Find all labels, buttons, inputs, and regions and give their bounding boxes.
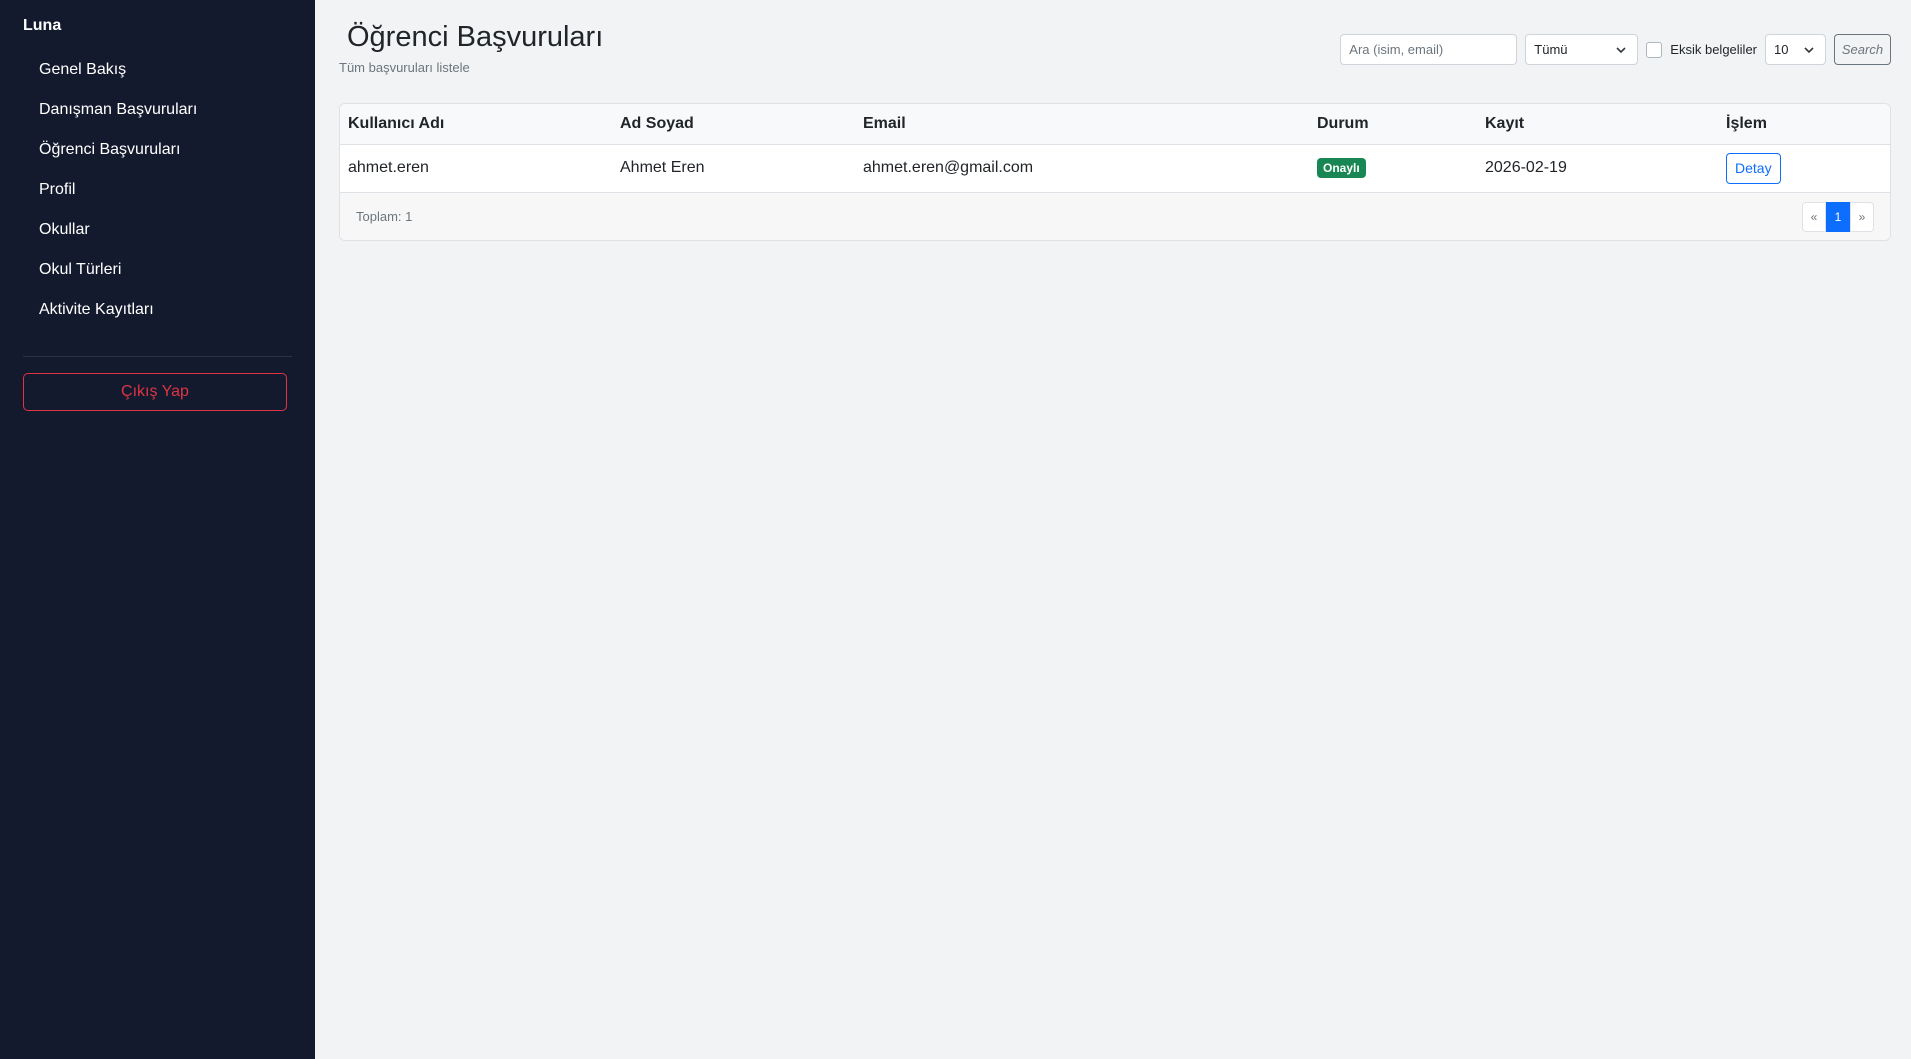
pagination-next-button[interactable]: » [1850, 201, 1874, 232]
applications-table: Kullanıcı Adı Ad Soyad Email Durum Kayıt… [340, 104, 1890, 193]
sidebar-item-okullar[interactable]: Okullar [23, 210, 292, 250]
logout-button[interactable]: Çıkış Yap [23, 373, 287, 411]
column-header-email: Email [855, 104, 1309, 145]
pagination-prev-button[interactable]: « [1802, 201, 1826, 232]
sidebar-item-ogrenci-basvurulari[interactable]: Öğrenci Başvuruları [23, 130, 292, 170]
table-header-row: Kullanıcı Adı Ad Soyad Email Durum Kayıt… [340, 104, 1890, 145]
cell-username: ahmet.eren [340, 144, 612, 193]
table-footer: Toplam: 1 « 1 » [340, 192, 1890, 240]
table-row: ahmet.eren Ahmet Eren ahmet.eren@gmail.c… [340, 144, 1890, 193]
cell-action: Detay [1718, 144, 1890, 193]
sidebar-item-aktivite-kayitlari[interactable]: Aktivite Kayıtları [23, 290, 292, 330]
status-badge: Onaylı [1317, 158, 1366, 178]
column-header-date: Kayıt [1477, 104, 1718, 145]
missing-docs-filter[interactable]: Eksik belgeliler [1646, 41, 1757, 58]
filter-toolbar: Tümü Eksik belgeliler 10 Search [1340, 34, 1891, 65]
search-input[interactable] [1340, 34, 1518, 65]
column-header-fullname: Ad Soyad [612, 104, 855, 145]
column-header-action: İşlem [1718, 104, 1890, 145]
sidebar-item-profil[interactable]: Profil [23, 170, 292, 210]
sidebar-divider [23, 356, 292, 357]
missing-docs-checkbox[interactable] [1646, 41, 1663, 58]
chevron-down-icon [1616, 46, 1626, 53]
page-size-select[interactable]: 10 [1765, 34, 1826, 65]
page-subtitle: Tüm başvuruları listele [339, 60, 470, 75]
search-button[interactable]: Search [1834, 34, 1891, 65]
page-size-value: 10 [1774, 42, 1789, 57]
sidebar: Luna Genel Bakış Danışman Başvuruları Öğ… [0, 0, 315, 1059]
cell-status: Onaylı [1309, 144, 1477, 193]
sidebar-item-okul-turleri[interactable]: Okul Türleri [23, 250, 292, 290]
chevron-down-icon [1804, 46, 1814, 53]
pagination: « 1 » [1802, 201, 1874, 232]
sidebar-nav: Genel Bakış Danışman Başvuruları Öğrenci… [23, 50, 292, 330]
applications-table-card: Kullanıcı Adı Ad Soyad Email Durum Kayıt… [339, 103, 1891, 241]
cell-email: ahmet.eren@gmail.com [855, 144, 1309, 193]
status-select-value: Tümü [1534, 42, 1568, 57]
missing-docs-label: Eksik belgeliler [1670, 42, 1757, 57]
brand-logo: Luna [23, 17, 62, 34]
status-select[interactable]: Tümü [1525, 34, 1639, 65]
main-content: Öğrenci Başvuruları Tüm başvuruları list… [315, 0, 1911, 1059]
pagination-page-button[interactable]: 1 [1826, 201, 1850, 232]
page-title: Öğrenci Başvuruları [347, 21, 604, 53]
cell-fullname: Ahmet Eren [612, 144, 855, 193]
sidebar-item-danisman-basvurulari[interactable]: Danışman Başvuruları [23, 90, 292, 130]
sidebar-item-genel-bakis[interactable]: Genel Bakış [23, 50, 292, 90]
total-count: Toplam: 1 [356, 209, 413, 224]
column-header-status: Durum [1309, 104, 1477, 145]
column-header-username: Kullanıcı Adı [340, 104, 612, 145]
detail-button[interactable]: Detay [1726, 152, 1781, 184]
cell-date: 2026-02-19 [1477, 144, 1718, 193]
